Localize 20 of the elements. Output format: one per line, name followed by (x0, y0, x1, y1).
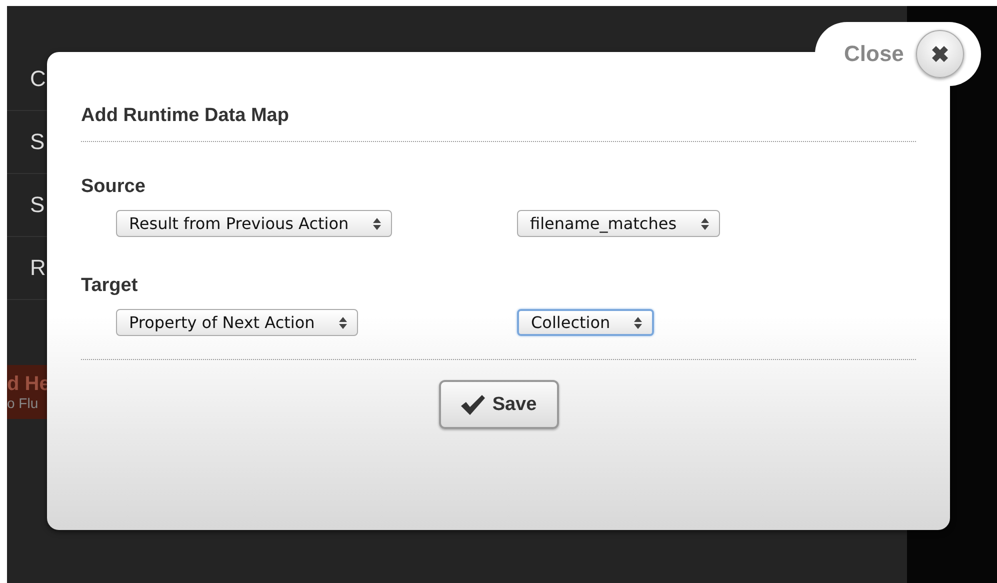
close-button[interactable] (916, 30, 964, 78)
banner-subtitle: o Flu (7, 395, 40, 411)
section-heading: Source (81, 176, 146, 198)
up-down-arrows-icon (338, 316, 347, 328)
row-text: S (30, 129, 45, 155)
dropdown[interactable]: Property of Next Action (116, 309, 358, 336)
up-down-arrows-icon (372, 218, 381, 230)
dialog-title: Add Runtime Data Map (81, 105, 290, 128)
up-down-arrows-icon (634, 316, 642, 328)
close-label[interactable]: Close (844, 41, 904, 67)
row-text: S (30, 192, 45, 218)
dropdown[interactable]: Result from Previous Action (116, 210, 392, 237)
save-button[interactable]: Save (438, 380, 558, 429)
dropdown[interactable]: filename_matches (517, 210, 720, 237)
row-text: R (30, 255, 46, 281)
up-down-arrows-icon (700, 218, 709, 230)
checkmark-icon (460, 394, 486, 416)
section-heading: Target (81, 275, 139, 297)
dropdown[interactable]: Collection (517, 309, 654, 336)
row-text: C (30, 66, 46, 92)
